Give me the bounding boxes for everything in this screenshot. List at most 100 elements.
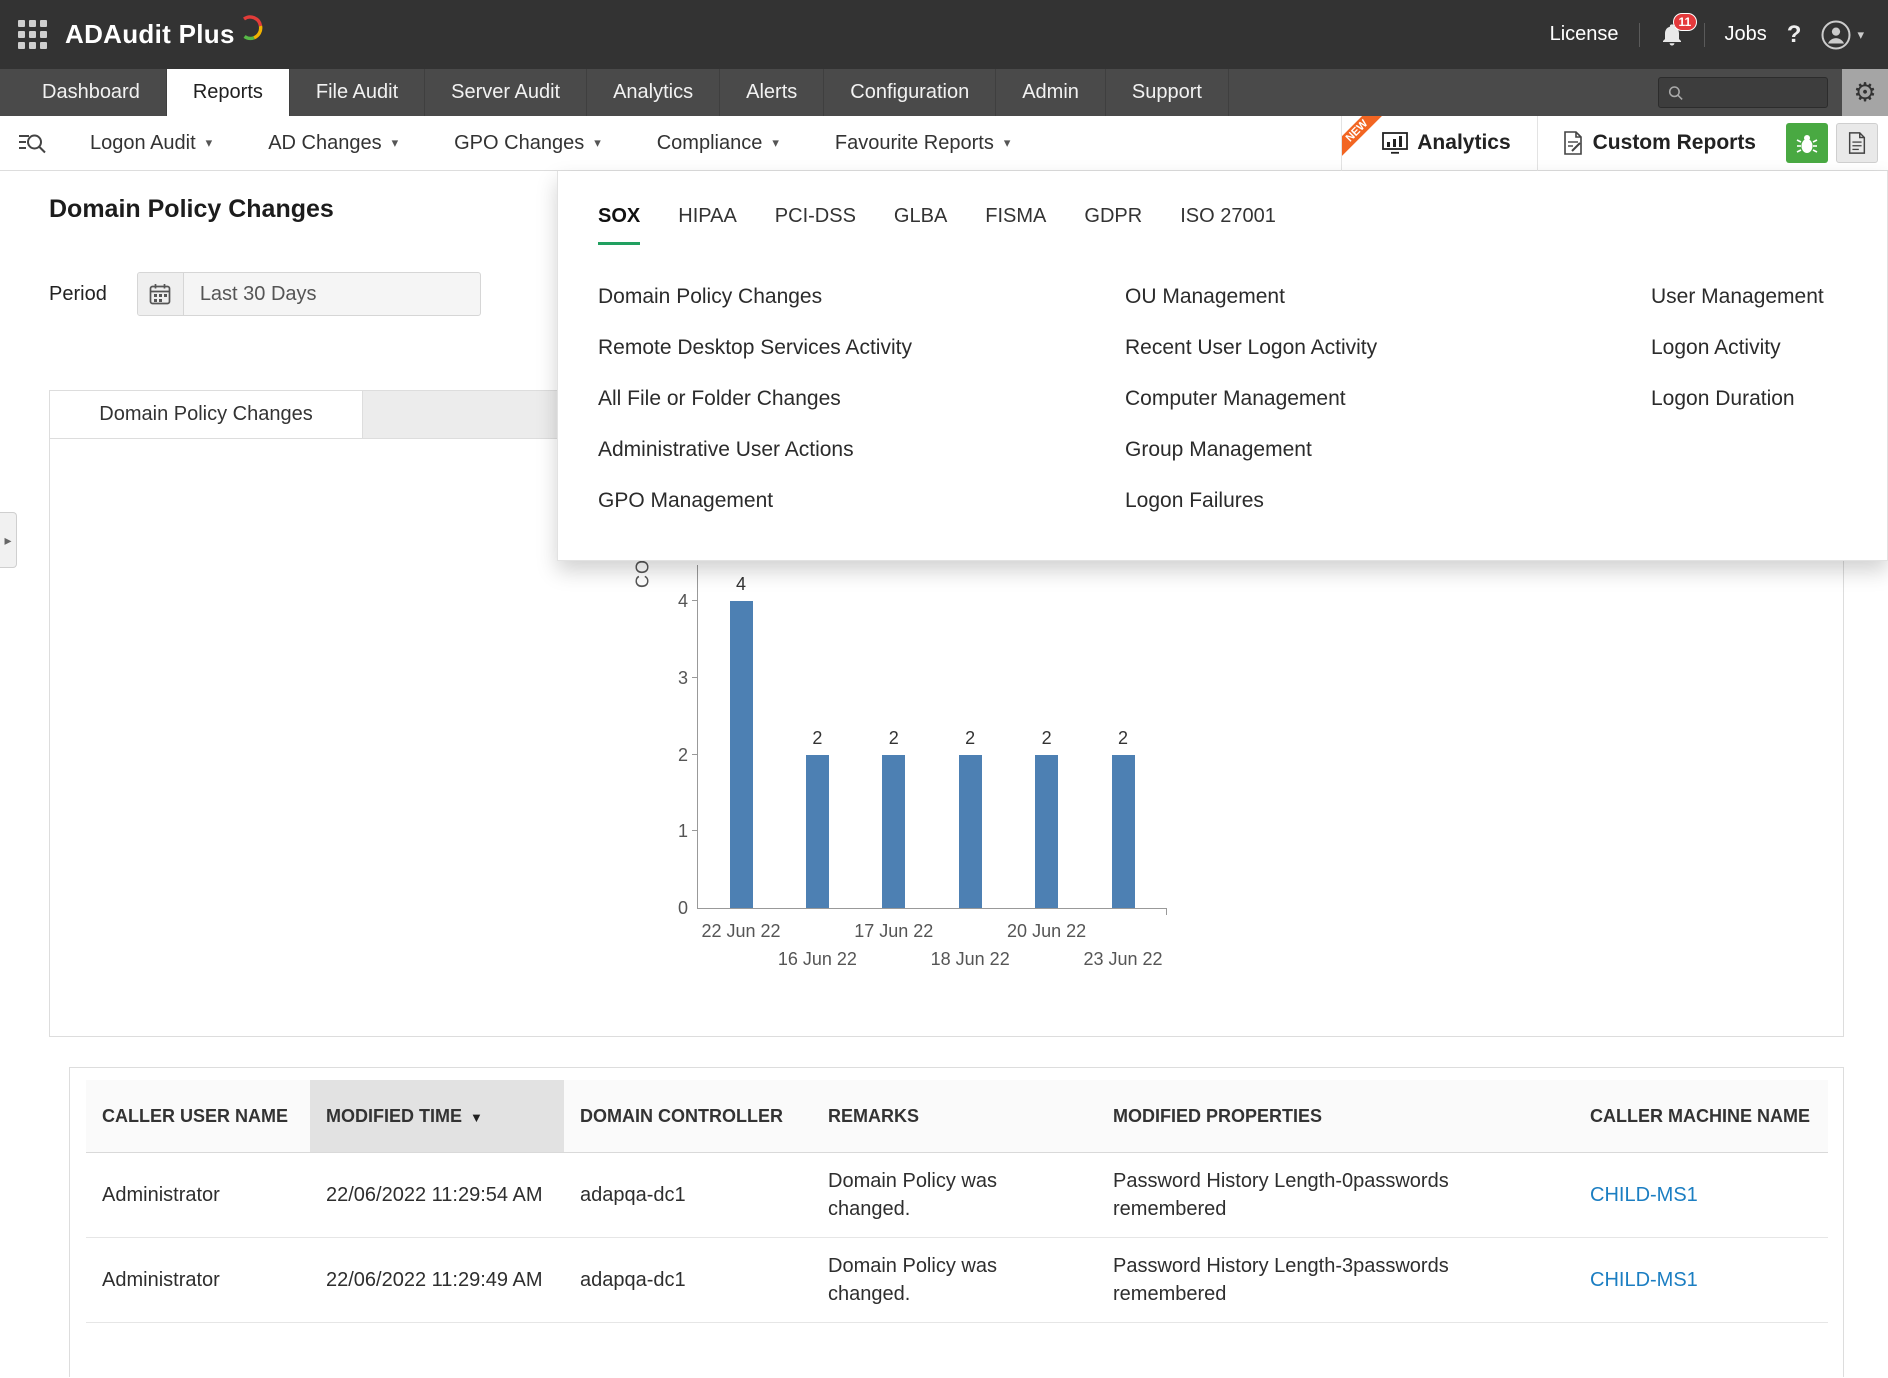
nav-tab-admin[interactable]: Admin [996, 69, 1106, 116]
dropdown-link-logon-duration[interactable]: Logon Duration [1651, 373, 1824, 424]
y-tick-label: 0 [677, 898, 688, 918]
cell-caller-machine-name: CHILD-MS1 [1574, 1237, 1828, 1323]
compliance-tab-gdpr[interactable]: GDPR [1084, 205, 1142, 245]
subnav-item-compliance[interactable]: Compliance ▾ [629, 116, 807, 171]
nav-tab-analytics[interactable]: Analytics [587, 69, 721, 116]
dropdown-link-group-management[interactable]: Group Management [1125, 424, 1377, 475]
results-table: CALLER USER NAME MODIFIED TIME ▼ DOMAIN CON… [86, 1080, 1828, 1323]
chevron-down-icon: ▾ [772, 135, 779, 150]
nav-tab-configuration[interactable]: Configuration [824, 69, 997, 116]
x-axis-label: 16 Jun 22 [777, 949, 857, 969]
dropdown-link-computer-management[interactable]: Computer Management [1125, 373, 1377, 424]
subnav-item-label: Compliance [656, 131, 763, 154]
dropdown-link-logon-activity[interactable]: Logon Activity [1651, 322, 1824, 373]
help-icon[interactable]: ? [1787, 21, 1802, 49]
compliance-link-column: Domain Policy Changes Remote Desktop Serv… [598, 271, 912, 526]
x-axis-label: 18 Jun 22 [930, 949, 1010, 969]
jobs-link[interactable]: Jobs [1725, 23, 1767, 46]
report-search-icon[interactable] [18, 130, 46, 156]
period-field[interactable]: Last 30 Days [136, 272, 481, 316]
x-axis-label: 22 Jun 22 [701, 921, 781, 941]
subnav-item-gpo-changes[interactable]: GPO Changes ▾ [426, 116, 629, 171]
results-table-card: CALLER USER NAME MODIFIED TIME ▼ DOMAIN CON… [69, 1067, 1844, 1377]
chevron-down-icon: ▾ [391, 135, 399, 150]
dropdown-link-recent-user-logon-activity[interactable]: Recent User Logon Activity [1125, 322, 1377, 373]
dropdown-link-administrative-user-actions[interactable]: Administrative User Actions [598, 424, 912, 475]
compliance-tab-glba[interactable]: GLBA [894, 205, 947, 245]
chevron-down-icon: ▾ [1003, 135, 1011, 150]
dropdown-link-gpo-management[interactable]: GPO Management [598, 475, 912, 526]
logo-text: ADAudit Plus [65, 19, 235, 49]
nav-tab-file-audit[interactable]: File Audit [290, 69, 426, 116]
calendar-icon [137, 273, 184, 315]
divider [1703, 22, 1705, 47]
subnav-item-ad-changes[interactable]: AD Changes ▾ [240, 116, 426, 171]
app-grid-icon[interactable] [18, 20, 47, 49]
dropdown-link-user-management[interactable]: User Management [1651, 271, 1824, 322]
divider [1638, 22, 1640, 47]
compliance-tab-sox[interactable]: SOX [598, 205, 641, 245]
compliance-link-column: OU Management Recent User Logon Activity C… [1125, 271, 1377, 526]
cell-caller-user-name: Administrator [86, 1237, 310, 1323]
y-tick-label: 1 [677, 821, 688, 842]
dropdown-link-remote-desktop-services-activity[interactable]: Remote Desktop Services Activity [598, 322, 912, 373]
tab-domain-policy-changes[interactable]: Domain Policy Changes [50, 391, 363, 438]
dropdown-link-logon-failures[interactable]: Logon Failures [1125, 475, 1377, 526]
cell-modified-time: 22/06/2022 11:29:54 AM [310, 1152, 564, 1238]
col-header-domain-controller[interactable]: DOMAIN CONTROLLER [564, 1080, 812, 1153]
logo: ADAudit Plus [65, 14, 263, 50]
nav-tab-server-audit[interactable]: Server Audit [425, 69, 588, 116]
y-tick-mark [692, 753, 698, 755]
chart-bar-value: 2 [888, 727, 899, 748]
col-header-caller-user-name[interactable]: CALLER USER NAME [86, 1080, 310, 1153]
col-header-label: MODIFIED PROPERTIES [1113, 1105, 1323, 1126]
global-search-input[interactable] [1689, 83, 1818, 102]
license-link[interactable]: License [1550, 23, 1619, 46]
dropdown-link-ou-management[interactable]: OU Management [1125, 271, 1377, 322]
export-report-button[interactable] [1836, 122, 1878, 163]
sidebar-collapse-handle[interactable]: ▸ [0, 512, 17, 568]
nav-tab-support[interactable]: Support [1106, 69, 1229, 116]
bug-icon [1796, 134, 1818, 153]
custom-reports-label: Custom Reports [1592, 131, 1756, 154]
compliance-tab-iso-27001[interactable]: ISO 27001 [1180, 205, 1276, 245]
nav-tab-dashboard[interactable]: Dashboard [16, 69, 167, 116]
notification-badge: 11 [1672, 12, 1698, 31]
compliance-tab-hipaa[interactable]: HIPAA [678, 205, 737, 245]
chart-bar [958, 754, 982, 908]
chart-bar-value: 4 [735, 574, 746, 594]
chart-bar [805, 754, 829, 908]
nav-tab-reports[interactable]: Reports [166, 69, 290, 116]
caller-machine-link[interactable]: CHILD-MS1 [1590, 1269, 1698, 1291]
subnav-item-label: Logon Audit [90, 131, 196, 154]
dropdown-link-domain-policy-changes[interactable]: Domain Policy Changes [598, 271, 912, 322]
subnav-item-logon-audit[interactable]: Logon Audit ▾ [62, 116, 240, 171]
global-search[interactable] [1658, 77, 1828, 108]
notification-bell-icon[interactable]: 11 [1660, 12, 1698, 48]
col-header-label: DOMAIN CONTROLLER [580, 1105, 783, 1126]
compliance-tab-pci-dss[interactable]: PCI-DSS [775, 205, 856, 245]
compliance-links: Domain Policy Changes Remote Desktop Serv… [558, 271, 1887, 560]
chart-bar [1111, 754, 1135, 908]
col-header-modified-time[interactable]: MODIFIED TIME ▼ [310, 1080, 564, 1153]
document-icon [1848, 131, 1866, 154]
nav-tab-alerts[interactable]: Alerts [720, 69, 825, 116]
chart-bar-value: 2 [1041, 727, 1052, 748]
subnav-item-favourite-reports[interactable]: Favourite Reports ▾ [807, 116, 1039, 171]
compliance-tab-fisma[interactable]: FISMA [985, 205, 1046, 245]
analytics-button[interactable]: NEW Analytics [1341, 115, 1538, 171]
subnav-item-label: Favourite Reports [834, 131, 994, 154]
caller-machine-link[interactable]: CHILD-MS1 [1590, 1184, 1698, 1206]
sort-desc-icon[interactable]: ▼ [470, 1110, 483, 1125]
table-header-row: CALLER USER NAME MODIFIED TIME ▼ DOMAIN CON… [86, 1080, 1828, 1153]
main-nav: Dashboard Reports File Audit Server Audit An… [0, 69, 1888, 116]
col-header-remarks[interactable]: REMARKS [812, 1080, 1097, 1153]
settings-gear-icon[interactable]: ⚙ [1842, 69, 1888, 116]
bug-report-button[interactable] [1786, 122, 1828, 163]
col-header-modified-properties[interactable]: MODIFIED PROPERTIES [1097, 1080, 1574, 1153]
dropdown-link-all-file-or-folder-changes[interactable]: All File or Folder Changes [598, 373, 912, 424]
col-header-caller-machine-name[interactable]: CALLER MACHINE NAME [1574, 1080, 1828, 1153]
cell-modified-properties: Password History Length-0passwords remem… [1097, 1152, 1574, 1238]
user-avatar[interactable]: ▾ [1821, 19, 1864, 50]
custom-reports-button[interactable]: Custom Reports [1538, 116, 1780, 171]
